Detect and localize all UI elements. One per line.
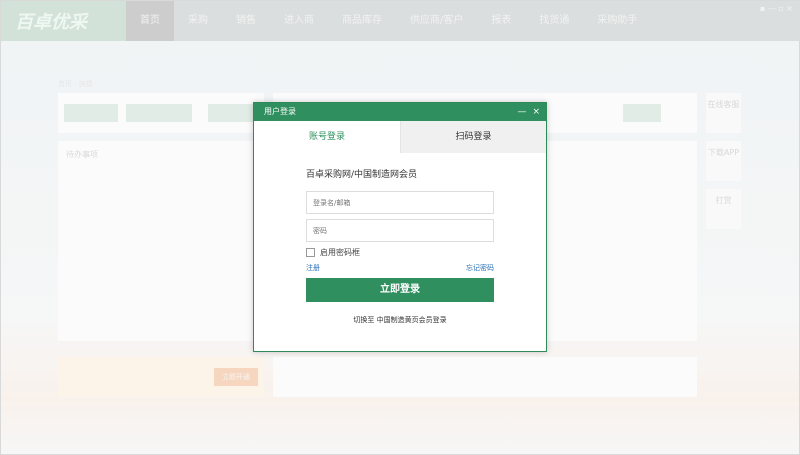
dialog-titlebar: 用户登录 — × [254,103,546,121]
switch-login-link[interactable]: 切换至 中国制造黄页会员登录 [306,315,494,325]
minimize-icon[interactable]: — [517,107,526,117]
username-input[interactable] [306,191,494,214]
tab-account-login[interactable]: 账号登录 [254,121,400,153]
remember-label: 启用密码框 [320,248,360,257]
tab-qr-login[interactable]: 扫码登录 [400,121,546,153]
register-link[interactable]: 注册 [306,263,320,273]
login-heading: 百卓采购网/中国制造网会员 [306,170,418,180]
login-dialog: 用户登录 — × 账号登录 扫码登录 百卓采购网/中国制造网会员 启用密码框 注册… [253,102,547,352]
dialog-title: 用户登录 [264,107,296,116]
remember-checkbox[interactable]: 启用密码框 [306,247,494,258]
password-input[interactable] [306,219,494,242]
forgot-password-link[interactable]: 忘记密码 [466,263,494,273]
checkbox-icon[interactable] [306,248,315,257]
close-icon[interactable]: × [532,107,540,117]
login-button[interactable]: 立即登录 [306,278,494,302]
